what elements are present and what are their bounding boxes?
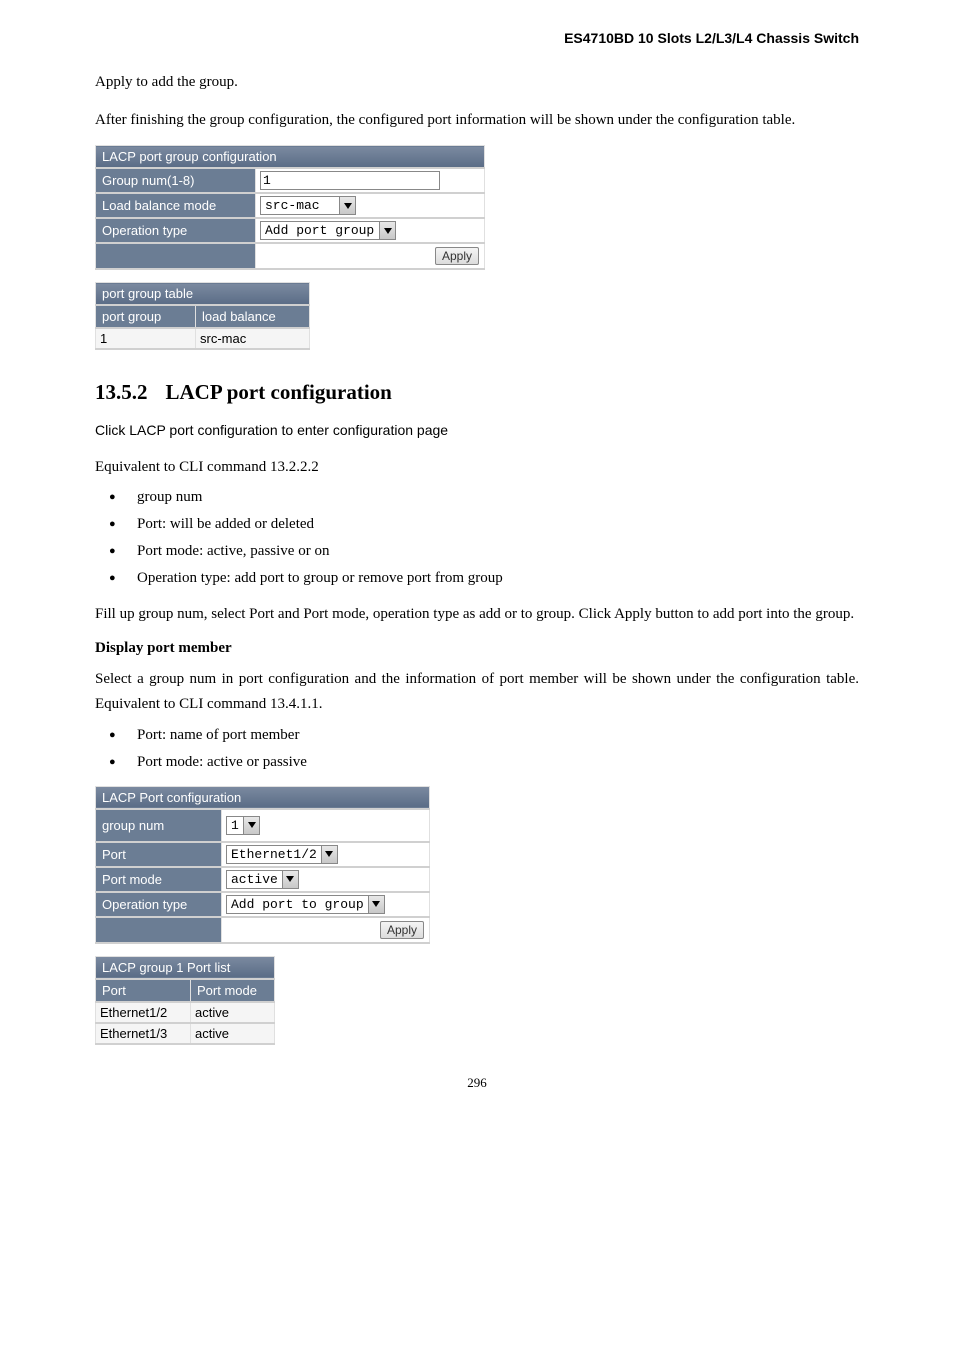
- port-mode-col-header: Port mode: [191, 979, 275, 1002]
- equiv-cli: Equivalent to CLI command 13.2.2.2: [95, 455, 859, 481]
- page-header: ES4710BD 10 Slots L2/L3/L4 Chassis Switc…: [95, 30, 859, 46]
- apply-label-cell: [96, 243, 256, 269]
- table-row: Ethernet1/3 active: [96, 1023, 275, 1044]
- bullet-port: Port: will be added or deleted: [95, 511, 859, 538]
- chevron-down-icon: [244, 816, 260, 835]
- port-mode-select[interactable]: active: [226, 870, 299, 889]
- select-group-instruction: Select a group num in port configuration…: [95, 667, 859, 718]
- group-num-label: Group num(1-8): [96, 168, 256, 193]
- operation-type2-value: Add port to group: [226, 895, 369, 914]
- operation-type-label: Operation type: [96, 218, 256, 243]
- section-title: LACP port configuration: [166, 380, 392, 404]
- port-mode-cell-2: active: [191, 1023, 275, 1044]
- port-group-table: port group table port group load balance…: [95, 282, 310, 350]
- table-row: Ethernet1/2 active: [96, 1002, 275, 1023]
- apply-button-2[interactable]: Apply: [380, 921, 424, 939]
- bullet-list-2: Port: name of port member Port mode: act…: [95, 722, 859, 776]
- section-heading: 13.5.2 LACP port configuration: [95, 380, 859, 405]
- bullet-port-mode: Port mode: active, passive or on: [95, 538, 859, 565]
- lacp-port-config-title: LACP Port configuration: [96, 786, 430, 809]
- bullet-group-num: group num: [95, 484, 859, 511]
- group-num-input[interactable]: [260, 171, 440, 190]
- lacp-port-config-table: LACP Port configuration group num 1 Port…: [95, 786, 430, 944]
- apply2-label-cell: [96, 917, 222, 943]
- port-cell-1: Ethernet1/2: [96, 1002, 191, 1023]
- chevron-down-icon: [340, 196, 356, 215]
- bullet-port-name: Port: name of port member: [95, 722, 859, 749]
- port-value: Ethernet1/2: [226, 845, 322, 864]
- port-group-col-header: port group: [96, 305, 196, 328]
- operation-type-value: Add port group: [260, 221, 380, 240]
- port-select[interactable]: Ethernet1/2: [226, 845, 338, 864]
- lacp-group-config-table: LACP port group configuration Group num(…: [95, 145, 485, 270]
- bullet-list-1: group num Port: will be added or deleted…: [95, 484, 859, 592]
- section-num: 13.5.2: [95, 380, 148, 405]
- group-num-value: 1: [226, 816, 244, 835]
- port-mode-label: Port mode: [96, 867, 222, 892]
- paragraph-after: After finishing the group configuration,…: [95, 108, 859, 134]
- load-balance-value: src-mac: [260, 196, 340, 215]
- apply-button[interactable]: Apply: [435, 247, 479, 265]
- chevron-down-icon: [322, 845, 338, 864]
- port-group-table-title: port group table: [96, 283, 310, 306]
- port-col-header: Port: [96, 979, 191, 1002]
- operation-type2-select[interactable]: Add port to group: [226, 895, 385, 914]
- port-mode-cell-1: active: [191, 1002, 275, 1023]
- bullet-port-mode2: Port mode: active or passive: [95, 749, 859, 776]
- fill-instruction: Fill up group num, select Port and Port …: [95, 602, 859, 628]
- load-balance-label: Load balance mode: [96, 193, 256, 218]
- port-mode-value: active: [226, 870, 283, 889]
- display-port-member-title: Display port member: [95, 640, 859, 657]
- lacp-group-config-title: LACP port group configuration: [96, 146, 485, 169]
- chevron-down-icon: [380, 221, 396, 240]
- port-cell-2: Ethernet1/3: [96, 1023, 191, 1044]
- chevron-down-icon: [369, 895, 385, 914]
- load-balance-col-header: load balance: [196, 305, 310, 328]
- click-instruction: Click LACP port configuration to enter c…: [95, 419, 859, 443]
- group-num-select[interactable]: 1: [226, 816, 260, 835]
- port-label: Port: [96, 842, 222, 867]
- operation-type2-label: Operation type: [96, 892, 222, 917]
- bullet-operation-type: Operation type: add port to group or rem…: [95, 565, 859, 592]
- lacp-port-list-table: LACP group 1 Port list Port Port mode Et…: [95, 956, 275, 1045]
- lacp-port-list-title: LACP group 1 Port list: [96, 956, 275, 979]
- chevron-down-icon: [283, 870, 299, 889]
- load-balance-cell: src-mac: [196, 328, 310, 349]
- port-group-cell: 1: [96, 328, 196, 349]
- group-num2-label: group num: [96, 809, 222, 842]
- operation-type-select[interactable]: Add port group: [260, 221, 396, 240]
- paragraph-apply: Apply to add the group.: [95, 70, 859, 96]
- page-number: 296: [95, 1075, 859, 1091]
- load-balance-select[interactable]: src-mac: [260, 196, 356, 215]
